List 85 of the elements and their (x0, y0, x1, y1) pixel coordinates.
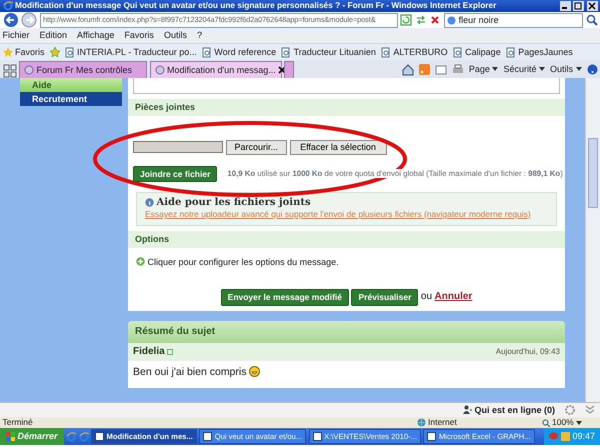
options-toggle[interactable]: Cliquer pour configurer les options du message. (148, 256, 339, 268)
start-button[interactable]: Démarrer (0, 428, 64, 445)
preview-button[interactable]: Prévisualiser (351, 289, 418, 306)
menu-item[interactable]: Favoris (124, 30, 154, 41)
status-text: Terminé (2, 417, 34, 428)
browse-button[interactable]: Parcourir... (226, 140, 288, 155)
author-name[interactable]: Fidelia (133, 346, 165, 358)
clear-selection-button[interactable]: Effacer la sélection (290, 140, 387, 155)
window-icon (427, 432, 436, 441)
menu-item[interactable]: Fichier (2, 30, 30, 41)
favorite-link[interactable]: PagesJaunes (506, 46, 573, 58)
close-icon[interactable] (586, 1, 598, 11)
or-text: ou (420, 291, 432, 304)
favorites-button[interactable]: Favoris (2, 46, 45, 58)
browser-icon[interactable] (78, 432, 89, 442)
browser-tab[interactable]: Modification d'un messag... (150, 61, 282, 78)
favorite-link[interactable]: Traducteur Lituanien (281, 46, 376, 58)
post-text: Ben oui j'ai bien compris (133, 366, 246, 378)
help-title: Aide pour les fichiers joints (156, 196, 311, 209)
stop-icon[interactable] (429, 14, 442, 26)
browser-icon (2, 1, 12, 11)
window-icon (95, 432, 104, 441)
sidebar-item[interactable]: Aide (20, 78, 122, 92)
security-zone: Internet (416, 417, 536, 428)
browser-tab[interactable]: Forum Fr Mes contrôles (19, 61, 147, 78)
globe-icon (416, 418, 426, 427)
collapse-icon[interactable] (585, 405, 595, 415)
command-menu[interactable]: Page (468, 64, 498, 75)
star-icon (2, 46, 12, 57)
external-link-icon (167, 348, 174, 355)
reload-icon[interactable] (414, 14, 427, 26)
menu-item[interactable]: Outils (164, 30, 187, 41)
window-icon (312, 432, 322, 441)
home-icon[interactable] (402, 64, 414, 76)
print-icon[interactable] (452, 64, 464, 75)
window-title: Modification d'un message Qui veut un avatar et/ou une signature personnalisés ? - Forum Fr - Windows Internet Explorer (15, 1, 498, 11)
command-menu[interactable]: Sécurité (503, 64, 545, 75)
section-header: Options (128, 230, 565, 248)
browser-icon[interactable] (66, 432, 76, 442)
laughing-emoji-icon (248, 366, 260, 378)
windows-logo-icon (6, 432, 15, 441)
quick-tabs-icon[interactable] (2, 64, 16, 78)
favorite-link[interactable]: ALTERBURO (380, 46, 448, 58)
cancel-link[interactable]: Annuler (434, 291, 472, 304)
caret-icon (538, 66, 545, 72)
info-icon (145, 198, 154, 208)
favorite-link[interactable]: Calipage (452, 46, 501, 58)
section-header: Pièces jointes (128, 99, 565, 116)
zoom-button[interactable]: 100% (542, 417, 598, 428)
back-icon[interactable] (2, 12, 18, 28)
maximize-icon[interactable] (573, 1, 584, 11)
window-icon (203, 432, 212, 441)
caret-icon (492, 66, 498, 72)
sidebar-item[interactable]: Recrutement (20, 92, 122, 106)
plus-icon[interactable] (136, 257, 145, 266)
submit-button[interactable]: Envoyer le message modifié (220, 289, 349, 306)
command-menu[interactable]: Outils (550, 64, 582, 75)
rss-icon[interactable] (418, 64, 430, 75)
shield-icon (549, 432, 558, 441)
add-favorite-icon[interactable] (50, 47, 60, 57)
online-users-button[interactable]: Qui est en ligne (0) (462, 404, 555, 416)
scrollbar[interactable] (585, 78, 600, 402)
close-icon[interactable] (278, 66, 286, 74)
attach-file-button[interactable]: Joindre ce fichier (133, 166, 218, 182)
zoom-icon (542, 418, 550, 426)
section-header: Résumé du sujet (128, 320, 565, 343)
favorite-link[interactable]: INTERIA.PL - Traducteur po... (64, 46, 197, 58)
settings-icon[interactable] (565, 405, 575, 415)
clock: 09:47 (572, 431, 595, 442)
minimize-icon[interactable] (560, 1, 570, 11)
mail-icon[interactable] (434, 64, 447, 74)
user-icon (462, 405, 472, 414)
refresh-icon[interactable] (400, 14, 412, 26)
favorite-link[interactable]: Word reference (202, 46, 276, 58)
search-field[interactable]: fleur noire (444, 12, 583, 28)
caret-icon (576, 66, 582, 72)
post-date: Aujourd'hui, 09:43 (496, 346, 560, 356)
file-field[interactable] (133, 141, 223, 154)
menu-item[interactable]: ? (196, 30, 202, 41)
caret-icon (576, 420, 582, 426)
tray-app-icon (560, 432, 570, 441)
forward-icon[interactable] (21, 12, 37, 28)
menu-item[interactable]: Edition (40, 30, 68, 41)
menu-item[interactable]: Affichage (77, 30, 114, 41)
search-icon[interactable] (586, 14, 598, 26)
